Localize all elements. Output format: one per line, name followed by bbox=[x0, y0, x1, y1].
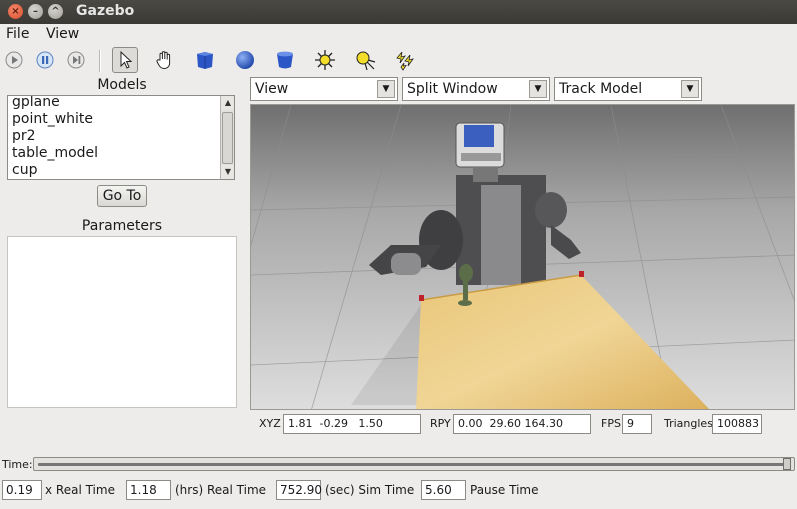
models-scroll-thumb[interactable] bbox=[222, 112, 233, 164]
view-select[interactable]: View ▼ bbox=[250, 77, 398, 101]
spot-light-icon bbox=[356, 51, 376, 71]
window-titlebar: × – ^ Gazebo bbox=[0, 0, 797, 24]
close-window-button[interactable]: × bbox=[8, 4, 23, 19]
pause-button[interactable] bbox=[32, 47, 58, 73]
pause-time-field[interactable]: 5.60 bbox=[421, 480, 466, 500]
scroll-up-icon[interactable]: ▲ bbox=[221, 96, 234, 110]
parameters-heading: Parameters bbox=[81, 218, 163, 234]
parameters-panel[interactable] bbox=[7, 236, 237, 408]
add-sphere-button[interactable] bbox=[232, 47, 258, 73]
menu-file[interactable]: File bbox=[6, 26, 29, 42]
chevron-down-icon: ▼ bbox=[377, 80, 395, 98]
add-box-button[interactable] bbox=[192, 47, 218, 73]
xyz-field[interactable]: 1.81 -0.29 1.50 bbox=[283, 414, 421, 434]
toolbar bbox=[0, 44, 797, 76]
directional-light-icon bbox=[396, 51, 414, 71]
play-button[interactable] bbox=[1, 47, 27, 73]
time-slider[interactable] bbox=[33, 457, 795, 471]
sphere-icon bbox=[236, 51, 254, 69]
fps-field[interactable]: 9 bbox=[622, 414, 652, 434]
scene-render bbox=[251, 105, 794, 409]
track-model-select[interactable]: Track Model ▼ bbox=[554, 77, 702, 101]
add-cylinder-button[interactable] bbox=[272, 47, 298, 73]
real-time-hrs-field[interactable]: 1.18 bbox=[126, 480, 171, 500]
box-icon bbox=[197, 52, 213, 69]
menu-view[interactable]: View bbox=[46, 26, 79, 42]
sim-time-field[interactable]: 752.90 bbox=[276, 480, 322, 500]
maximize-window-button[interactable]: ^ bbox=[48, 4, 63, 19]
model-item-table-model[interactable]: table_model bbox=[8, 145, 234, 162]
pause-icon bbox=[36, 51, 54, 69]
split-window-select[interactable]: Split Window ▼ bbox=[402, 77, 550, 101]
step-icon bbox=[67, 51, 85, 69]
point-light-icon bbox=[315, 50, 335, 70]
cylinder-icon bbox=[277, 51, 293, 69]
render-viewport[interactable] bbox=[250, 104, 795, 410]
time-label: Time: bbox=[2, 458, 33, 471]
real-time-hrs-label: (hrs) Real Time bbox=[175, 483, 267, 497]
model-item-gplane[interactable]: gplane bbox=[8, 96, 234, 111]
play-icon bbox=[5, 51, 23, 69]
chevron-down-icon: ▼ bbox=[681, 80, 699, 98]
add-point-light-button[interactable] bbox=[312, 47, 338, 73]
minimize-window-button[interactable]: – bbox=[28, 4, 43, 19]
models-scrollbar[interactable]: ▲ ▼ bbox=[220, 96, 234, 179]
pause-time-label: Pause Time bbox=[470, 483, 539, 497]
track-select-value: Track Model bbox=[559, 81, 643, 97]
triangles-label: Triangles bbox=[664, 417, 713, 430]
add-directional-light-button[interactable] bbox=[392, 47, 418, 73]
toolbar-separator bbox=[99, 50, 101, 72]
hand-icon bbox=[156, 51, 171, 70]
rpy-label: RPY bbox=[430, 417, 451, 430]
scroll-down-icon[interactable]: ▼ bbox=[221, 165, 234, 179]
split-select-value: Split Window bbox=[407, 81, 498, 97]
models-heading: Models bbox=[97, 77, 147, 93]
select-arrow-icon bbox=[120, 50, 133, 69]
fps-label: FPS bbox=[601, 417, 621, 430]
model-item-cup[interactable]: cup bbox=[8, 162, 234, 179]
menu-bar: File View bbox=[0, 24, 797, 44]
models-list[interactable]: gplane point_white pr2 table_model cup ▲… bbox=[7, 95, 235, 180]
view-select-value: View bbox=[255, 81, 289, 97]
real-time-factor-field[interactable]: 0.19 bbox=[2, 480, 42, 500]
time-slider-handle[interactable] bbox=[783, 458, 791, 470]
rpy-field[interactable]: 0.00 29.60 164.30 bbox=[453, 414, 591, 434]
window-title: Gazebo bbox=[76, 3, 135, 19]
sim-time-label: (sec) Sim Time bbox=[325, 483, 415, 497]
time-slider-groove bbox=[38, 463, 784, 466]
move-tool-button[interactable] bbox=[151, 47, 177, 73]
chevron-down-icon: ▼ bbox=[529, 80, 547, 98]
real-time-factor-label: x Real Time bbox=[45, 483, 115, 497]
select-tool-button[interactable] bbox=[112, 47, 138, 73]
model-item-pr2[interactable]: pr2 bbox=[8, 128, 234, 145]
go-to-button[interactable]: Go To bbox=[97, 185, 147, 207]
triangles-field[interactable]: 100883 bbox=[712, 414, 762, 434]
add-spot-light-button[interactable] bbox=[352, 47, 378, 73]
xyz-label: XYZ bbox=[259, 417, 281, 430]
step-button[interactable] bbox=[63, 47, 89, 73]
model-item-point-white[interactable]: point_white bbox=[8, 111, 234, 128]
